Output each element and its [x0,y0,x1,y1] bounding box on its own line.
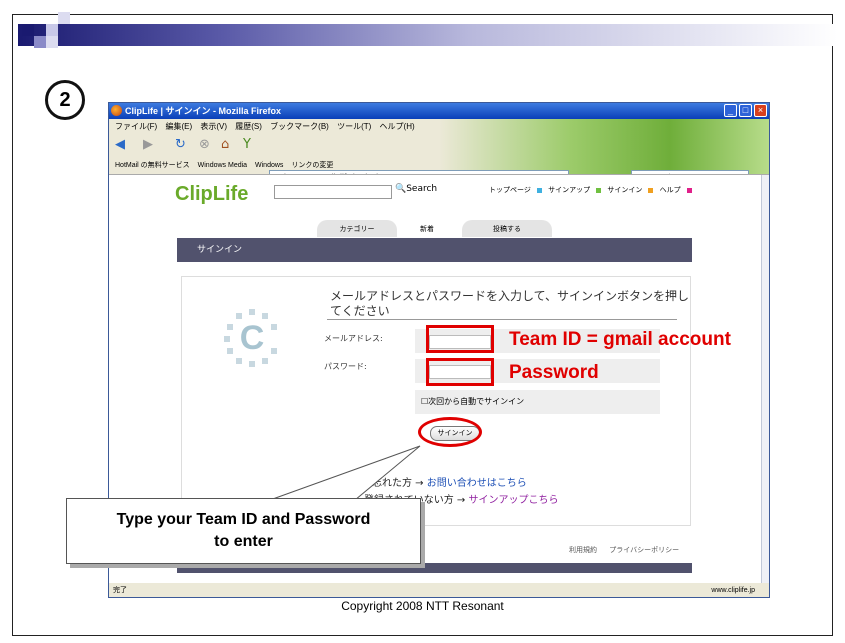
copyright: Copyright 2008 NTT Resonant [341,599,504,613]
instruction-callout: Type your Team ID and Password to enter [66,498,421,564]
callout-line-2: to enter [214,533,273,550]
callout-line-1: Type your Team ID and Password [116,511,371,528]
